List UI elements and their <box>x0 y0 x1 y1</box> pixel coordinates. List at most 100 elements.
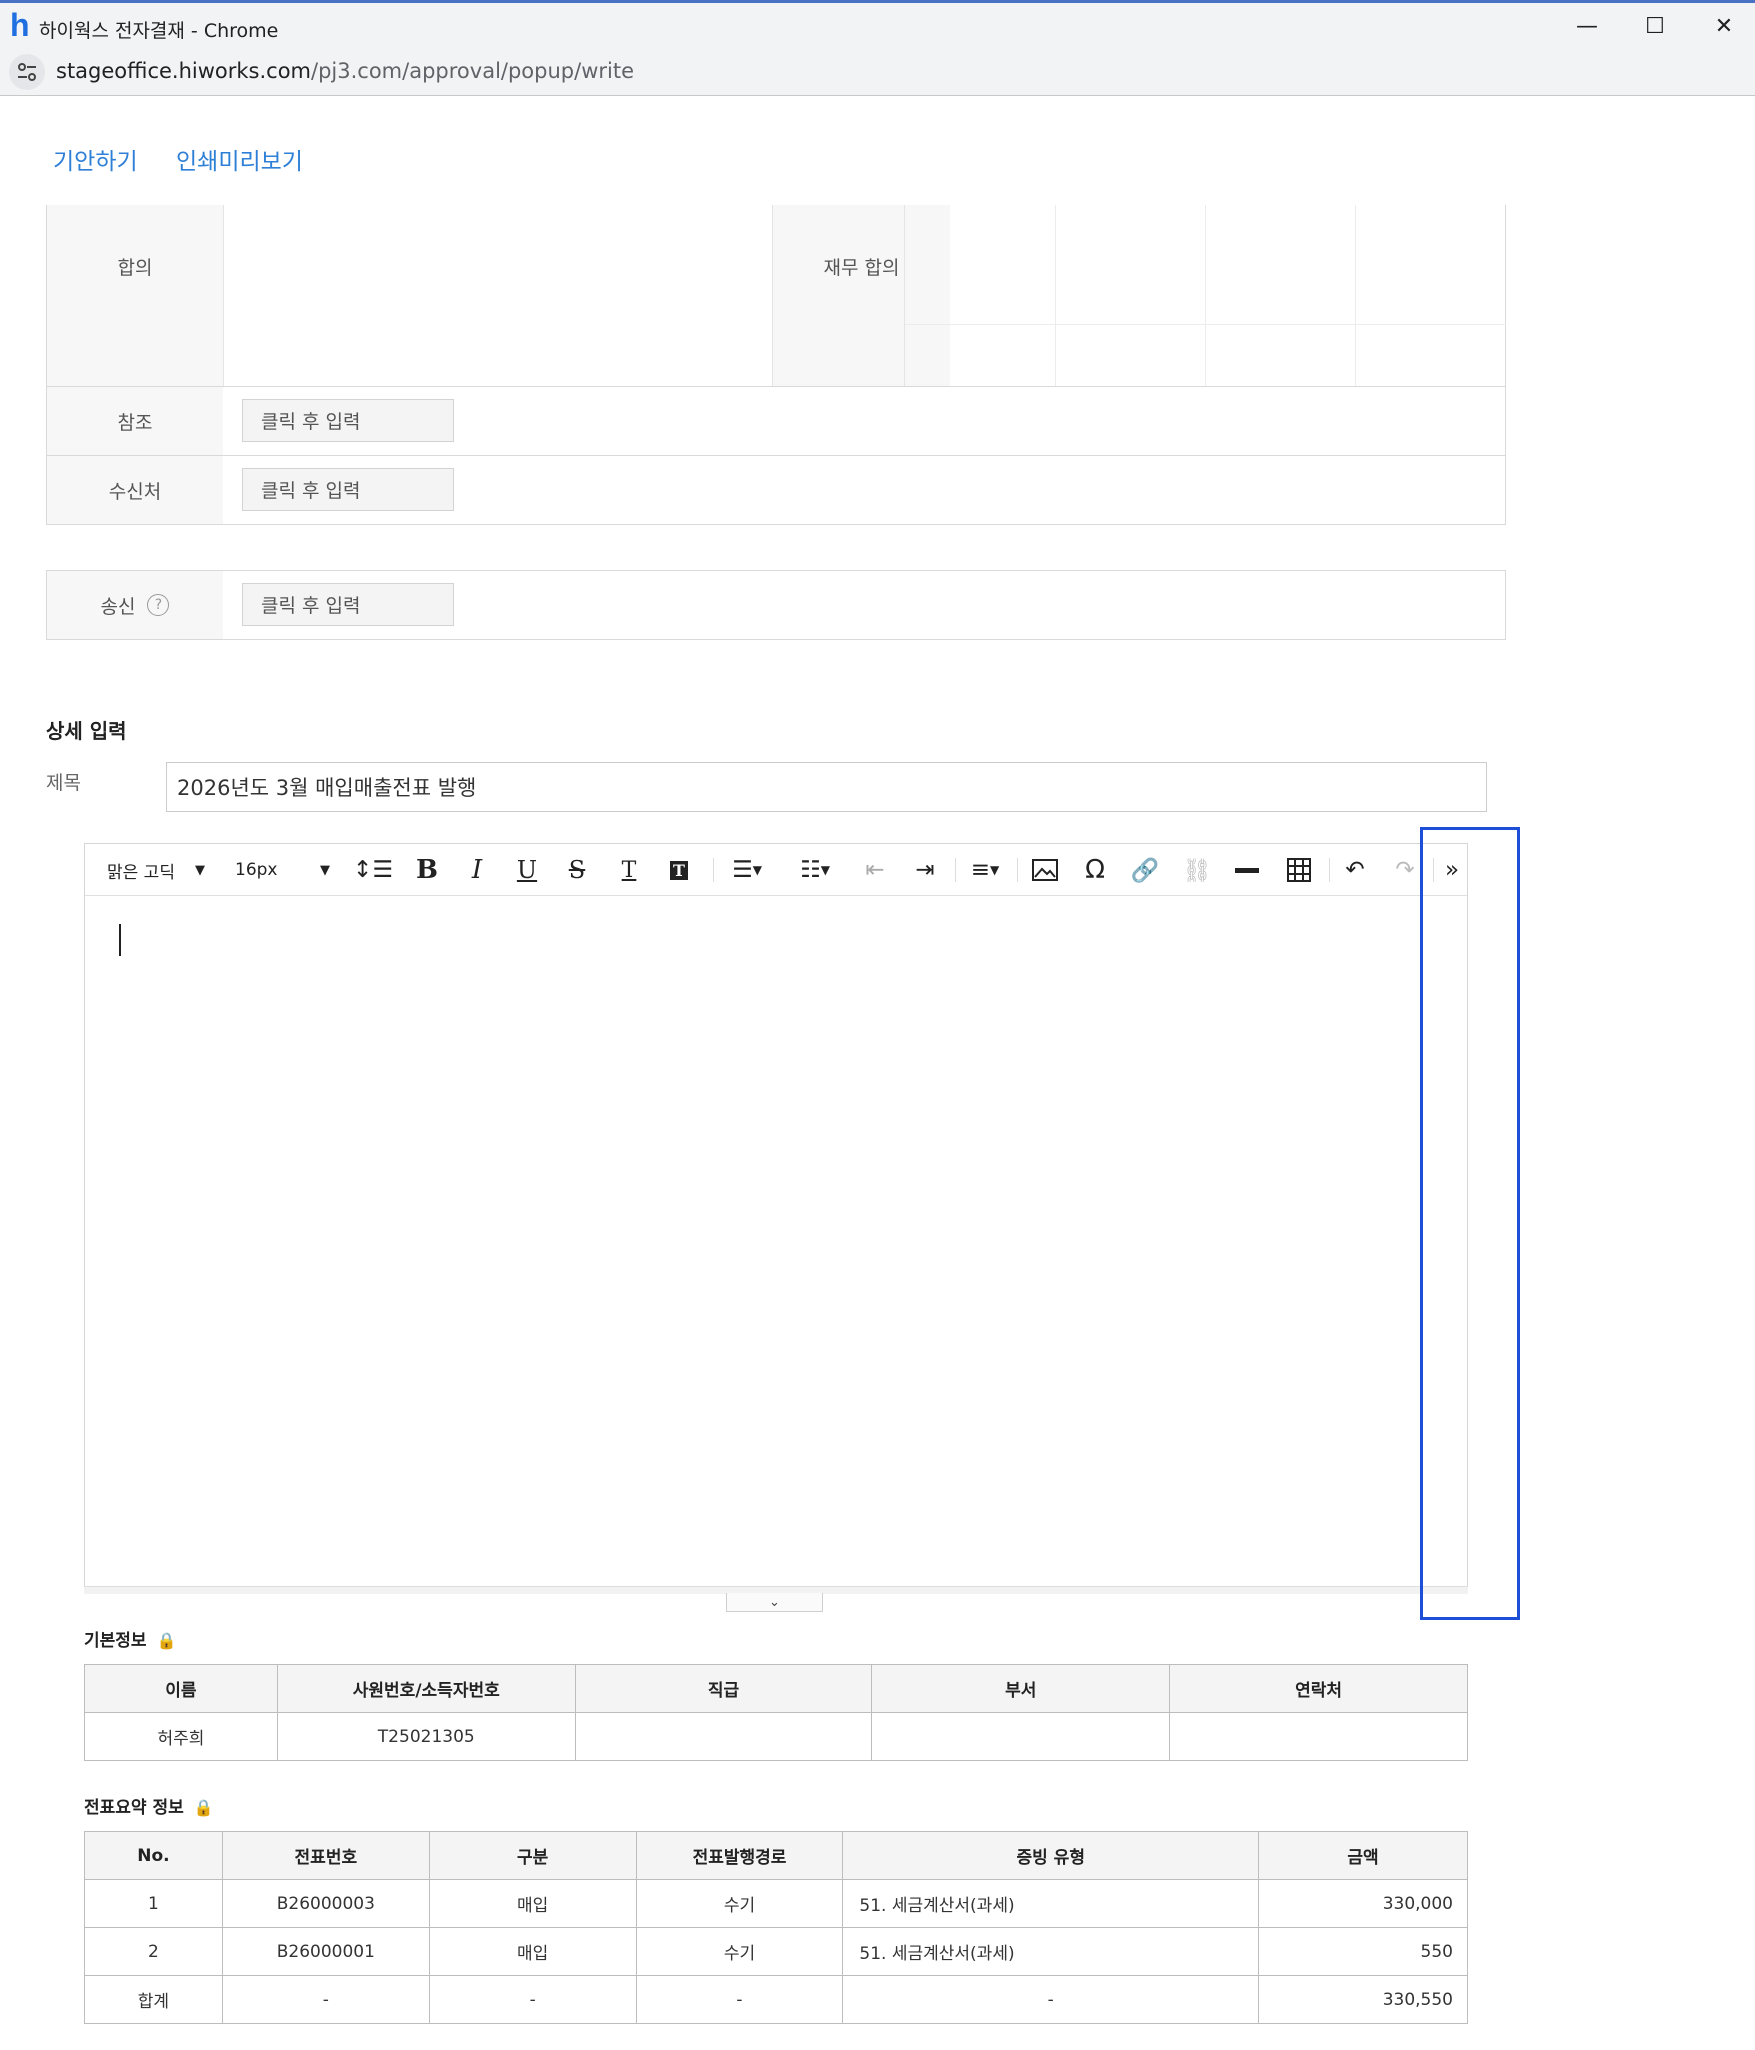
table-cell: 330,000 <box>1258 1879 1468 1928</box>
bullet-list-icon[interactable]: ☰ ▼ <box>721 844 773 896</box>
table-header-row: No. 전표번호 구분 전표발행경로 증빙 유형 금액 <box>84 1831 1468 1880</box>
window-title: 하이웍스 전자결재 - Chrome <box>39 20 279 42</box>
maximize-button[interactable]: ☐ <box>1630 11 1680 41</box>
lock-icon: 🔒 <box>193 1798 214 1817</box>
table-cell: 51. 세금계산서(과세) <box>842 1879 1260 1928</box>
table-cell: B26000003 <box>221 1879 430 1928</box>
table-header: 구분 <box>428 1831 637 1880</box>
receiver-input[interactable]: 클릭 후 입력 <box>242 468 454 511</box>
font-family-value: 맑은 고딕 <box>107 862 175 883</box>
send-input[interactable]: 클릭 후 입력 <box>242 583 454 626</box>
redo-icon[interactable]: ↷ <box>1385 844 1425 896</box>
table-cell: 수기 <box>635 1927 844 1976</box>
table-cell: 허주희 <box>84 1712 278 1761</box>
italic-icon[interactable]: I <box>457 844 497 896</box>
table-cell: 330,550 <box>1258 1975 1468 2024</box>
background-color-icon[interactable]: T <box>659 844 699 896</box>
minimize-button[interactable]: — <box>1562 11 1612 41</box>
bold-icon[interactable]: B <box>407 844 447 896</box>
table-cell: B26000001 <box>221 1927 430 1976</box>
table-row[interactable]: 1 B26000003 매입 수기 51. 세금계산서(과세) 330,000 <box>84 1879 1468 1928</box>
address-bar: stageoffice.hiworks.com/pj3.com/approval… <box>0 46 1755 96</box>
table-header: 금액 <box>1258 1831 1468 1880</box>
table-cell: 51. 세금계산서(과세) <box>842 1927 1260 1976</box>
table-total-row: 합계 - - - - 330,550 <box>84 1975 1468 2024</box>
table-cell <box>1169 1712 1468 1761</box>
url-host: stageoffice.hiworks.com <box>56 59 312 83</box>
send-block: 송신 ? 클릭 후 입력 <box>46 570 1506 640</box>
table-cell: 2 <box>84 1927 223 1976</box>
editor-toolbar: 맑은 고딕 ▼ 16px ▼ ↕☰ B I U S T T ☰ ▼ ☷ ▼ ⇤ ⇥ … <box>85 844 1467 896</box>
table-header: 전표발행경로 <box>635 1831 844 1880</box>
close-window-button[interactable]: ✕ <box>1699 11 1749 41</box>
detail-section-title: 상세 입력 <box>46 719 127 743</box>
table-row: 허주희 T25021305 <box>84 1712 1468 1761</box>
table-row[interactable]: 2 B26000001 매입 수기 51. 세금계산서(과세) 550 <box>84 1927 1468 1976</box>
font-size-dropdown-icon[interactable]: ▼ <box>315 844 335 896</box>
lock-icon: 🔒 <box>156 1631 177 1650</box>
voucher-summary-title: 전표요약 정보 🔒 <box>84 1793 214 1818</box>
print-preview-link[interactable]: 인쇄미리보기 <box>176 142 303 176</box>
table-icon[interactable] <box>1279 844 1319 896</box>
table-cell <box>574 1712 873 1761</box>
table-header: No. <box>84 1831 223 1880</box>
text-color-icon[interactable]: T <box>609 844 649 896</box>
table-cell: 매입 <box>428 1927 637 1976</box>
table-cell: - <box>635 1975 844 2024</box>
outdent-icon[interactable]: ⇤ <box>855 844 895 896</box>
table-header-row: 이름 사원번호/소득자번호 직급 부서 연락처 <box>84 1664 1468 1713</box>
font-family-dropdown-icon[interactable]: ▼ <box>190 844 210 896</box>
table-cell: 합계 <box>84 1975 223 2024</box>
line-height-icon[interactable]: ↕☰ <box>349 844 397 896</box>
reference-input[interactable]: 클릭 후 입력 <box>242 399 454 442</box>
window-titlebar: h 하이웍스 전자결재 - Chrome — ☐ ✕ <box>0 0 1755 46</box>
underline-icon[interactable]: U <box>507 844 547 896</box>
help-icon[interactable]: ? <box>147 594 170 616</box>
unlink-icon[interactable]: ⛓ <box>1177 844 1217 896</box>
table-cell <box>871 1712 1171 1761</box>
site-settings-icon[interactable] <box>9 54 45 90</box>
numbered-list-icon[interactable]: ☷ ▼ <box>789 844 841 896</box>
basic-info-table: 이름 사원번호/소득자번호 직급 부서 연락처 허주희 T25021305 <box>84 1664 1468 1761</box>
agreement-area[interactable] <box>223 205 818 386</box>
send-label-cell: 송신 ? <box>47 571 223 639</box>
table-header: 연락처 <box>1169 1664 1468 1713</box>
horizontal-rule-icon[interactable] <box>1227 844 1267 896</box>
url-path: /pj3.com/approval/popup/write <box>311 59 634 83</box>
tune-icon <box>18 63 36 81</box>
table-cell: 수기 <box>635 1879 844 1928</box>
align-icon[interactable]: ≡ ▼ <box>961 844 1009 896</box>
image-icon[interactable] <box>1025 844 1065 896</box>
subject-input[interactable]: 2026년도 3월 매입매출전표 발행 <box>166 762 1487 812</box>
special-char-icon[interactable]: Ω <box>1075 844 1115 896</box>
basic-info-title: 기본정보 🔒 <box>84 1626 176 1651</box>
table-cell: - <box>842 1975 1260 2024</box>
table-header: 증빙 유형 <box>842 1831 1260 1880</box>
voucher-summary-table: No. 전표번호 구분 전표발행경로 증빙 유형 금액 1 B26000003 … <box>84 1831 1468 2024</box>
table-header: 이름 <box>84 1664 278 1713</box>
url-text[interactable]: stageoffice.hiworks.com/pj3.com/approval… <box>56 59 634 83</box>
rich-text-editor[interactable]: 맑은 고딕 ▼ 16px ▼ ↕☰ B I U S T T ☰ ▼ ☷ ▼ ⇤ ⇥ … <box>84 843 1468 1593</box>
highlight-box <box>1420 827 1520 1620</box>
strikethrough-icon[interactable]: S <box>557 844 597 896</box>
finance-agreement-grid[interactable] <box>904 205 1506 386</box>
link-icon[interactable]: 🔗 <box>1125 844 1165 896</box>
text-caret <box>119 924 121 956</box>
undo-icon[interactable]: ↶ <box>1335 844 1375 896</box>
table-cell: 1 <box>84 1879 223 1928</box>
font-size-select[interactable]: 16px <box>235 844 305 896</box>
subject-label: 제목 <box>46 772 81 794</box>
recipients-block: 참조 클릭 후 입력 수신처 클릭 후 입력 <box>46 387 1506 525</box>
table-cell: T25021305 <box>276 1712 576 1761</box>
table-cell: - <box>428 1975 637 2024</box>
reference-label: 참조 <box>47 387 223 455</box>
draft-link[interactable]: 기안하기 <box>53 142 138 176</box>
editor-resize-handle[interactable]: ⌄ <box>726 1593 823 1612</box>
table-header: 사원번호/소득자번호 <box>276 1664 576 1713</box>
voucher-summary-title-text: 전표요약 정보 <box>84 1798 184 1818</box>
font-size-value: 16px <box>235 860 278 880</box>
indent-icon[interactable]: ⇥ <box>905 844 945 896</box>
table-header: 전표번호 <box>221 1831 430 1880</box>
table-cell: 매입 <box>428 1879 637 1928</box>
receiver-label: 수신처 <box>47 456 223 524</box>
